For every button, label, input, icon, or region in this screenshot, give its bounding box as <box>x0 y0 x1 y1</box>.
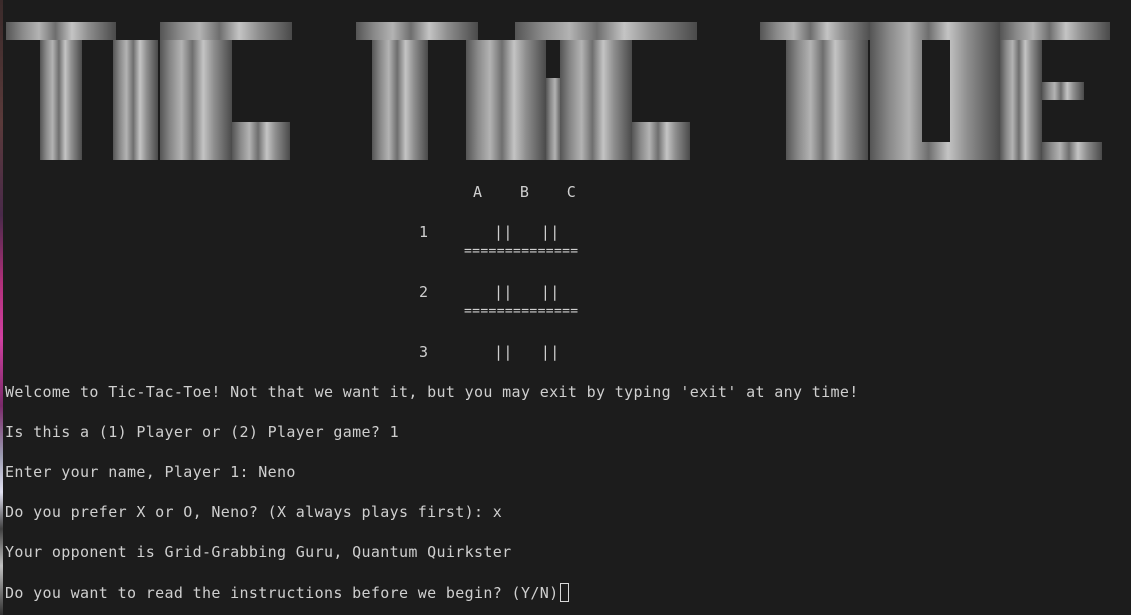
text-cursor[interactable] <box>560 583 570 602</box>
welcome-message: Welcome to Tic-Tac-Toe! Not that we want… <box>5 383 859 401</box>
instructions-prompt-line[interactable]: Do you want to read the instructions bef… <box>5 583 570 602</box>
opponent-announcement: Your opponent is Grid-Grabbing Guru, Qua… <box>5 543 512 561</box>
board-row-label-2: 2 <box>419 283 429 301</box>
player-count-prompt: Is this a (1) Player or (2) Player game?… <box>5 423 399 441</box>
title-banner-art <box>6 22 1114 160</box>
instructions-prompt: Do you want to read the instructions bef… <box>5 584 559 602</box>
board-row-separator-2: ============== <box>464 304 579 319</box>
symbol-choice-prompt: Do you prefer X or O, Neno? (X always pl… <box>5 503 503 521</box>
player-name-prompt: Enter your name, Player 1: Neno <box>5 463 296 481</box>
board-row-cells-2: || || <box>494 283 560 301</box>
board-column-header: A B C <box>473 183 577 201</box>
title-banner <box>0 18 1131 163</box>
board-row-label-3: 3 <box>419 343 429 361</box>
board-row-separator-1: ============== <box>464 244 579 259</box>
board-row-cells-3: || || <box>494 343 560 361</box>
board-row-label-1: 1 <box>419 223 429 241</box>
board-row-cells-1: || || <box>494 223 560 241</box>
